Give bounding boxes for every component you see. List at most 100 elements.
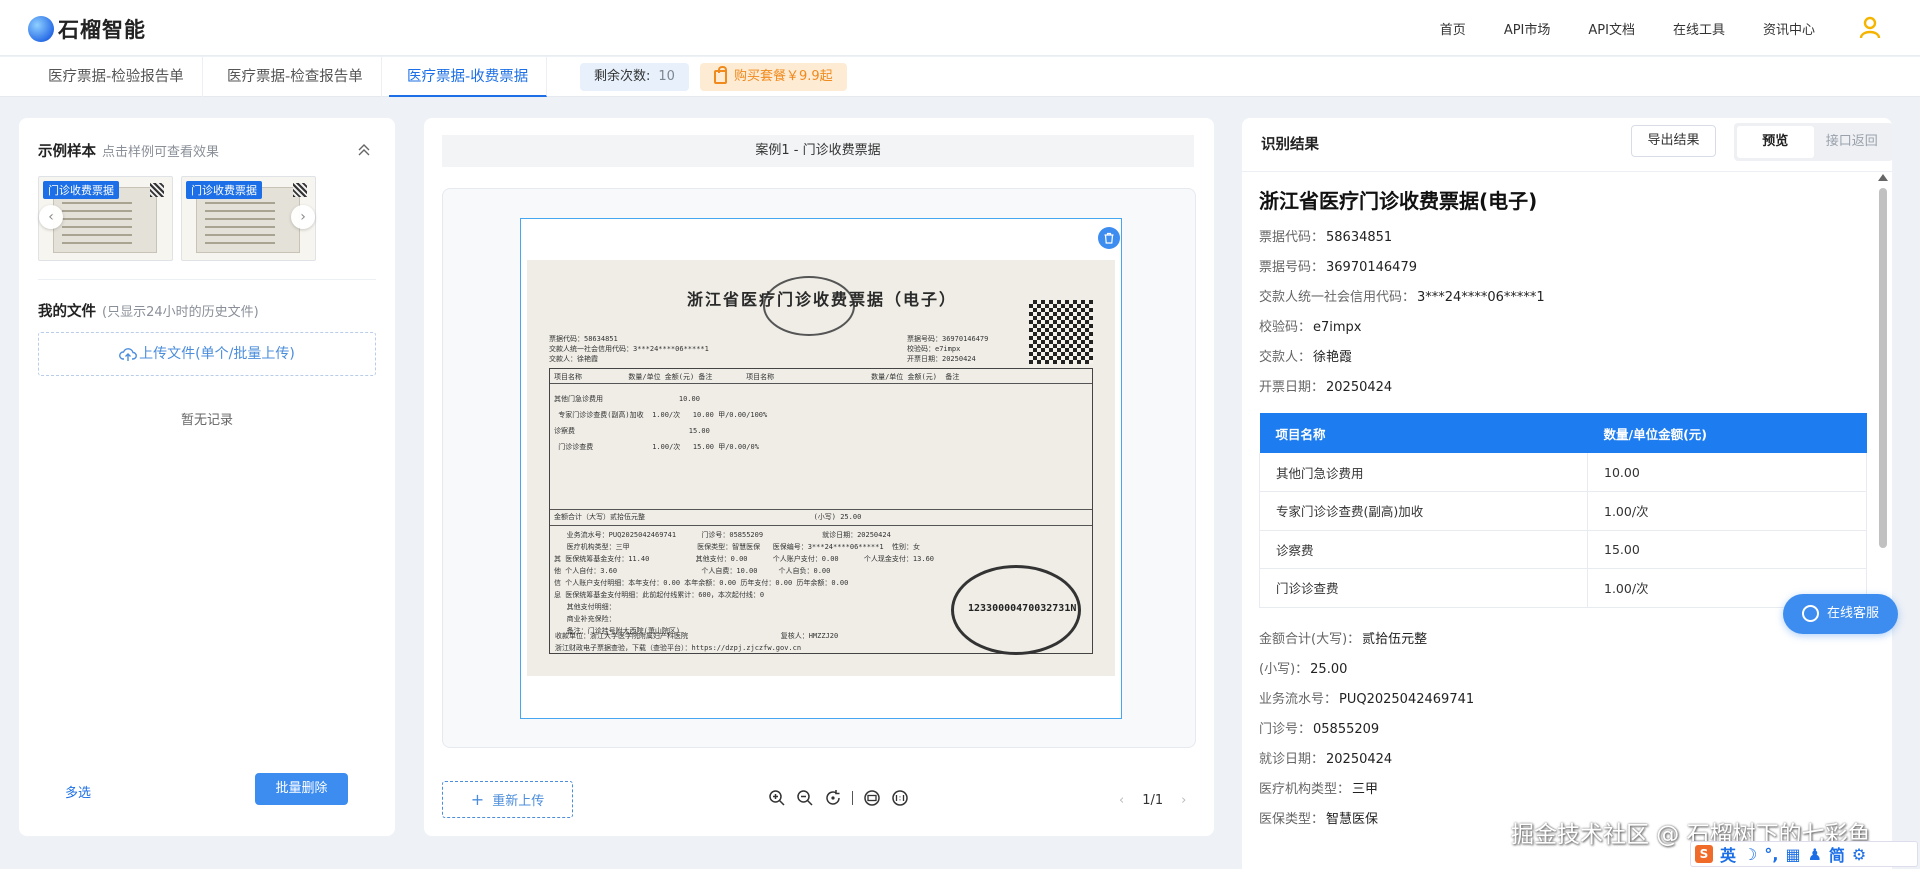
chevron-right-icon[interactable]: ›	[291, 205, 315, 229]
field-key: 医保类型：	[1259, 812, 1325, 827]
sample-tag: 门诊收费票据	[186, 181, 262, 199]
column-header: 项目名称	[1259, 413, 1588, 453]
qr-code-icon	[1029, 300, 1093, 364]
ime-language[interactable]: 英	[1720, 842, 1736, 866]
skin-icon[interactable]: ♟	[1808, 845, 1822, 864]
table-row: 其他门急诊费用 10.00	[1259, 453, 1867, 492]
doc-title: 浙江省医疗门诊收费票据(电子)	[1259, 189, 1538, 213]
keyboard-icon[interactable]: ▦	[1785, 845, 1800, 864]
scroll-up-arrow-icon[interactable]	[1878, 174, 1888, 181]
field-total-upper: 金额合计(大写)： 贰拾伍元整	[1259, 628, 1427, 647]
multi-select-button[interactable]: 多选	[65, 782, 91, 801]
empty-state-text: 暂无记录	[180, 413, 233, 428]
reupload-button[interactable]: + 重新上传	[442, 781, 573, 818]
table-cell: 诊察费	[1259, 530, 1588, 569]
table-cell: 10.00	[1587, 453, 1867, 492]
online-service-label: 在线客服	[1827, 606, 1880, 621]
field-visit-date: 就诊日期： 20250424	[1259, 748, 1392, 767]
scrollbar-thumb[interactable]	[1879, 188, 1887, 548]
field-credit-code: 交款人统一社会信用代码： 3***24****06*****1	[1259, 286, 1545, 305]
nav-home[interactable]: 首页	[1440, 19, 1466, 38]
image-frame[interactable]: 浙江省医疗门诊收费票据（电子） 票据代码：58634851 交款人统一社会信用代…	[520, 218, 1122, 719]
buy-package-button[interactable]: 购买套餐￥9.9起	[700, 63, 847, 91]
zoom-in-icon[interactable]	[768, 789, 786, 807]
receipt-rule	[550, 383, 1092, 384]
field-key: 业务流水号：	[1259, 692, 1338, 707]
result-title: 识别结果	[1261, 137, 1319, 153]
field-value: 58634851	[1326, 230, 1393, 245]
logo[interactable]: 石榴智能	[28, 14, 146, 44]
rotate-icon[interactable]	[824, 789, 842, 807]
prev-page-icon[interactable]: ‹	[1119, 793, 1124, 808]
receipt-meta-right: 票据号码：36970146479 校验码：e7impx 开票日期：2025042…	[907, 335, 989, 363]
scrollbar[interactable]	[1878, 174, 1888, 869]
plus-icon: +	[470, 790, 485, 809]
field-key: 开票日期：	[1259, 380, 1325, 395]
main-nav: 首页 API市场 API文档 在线工具 资讯中心	[1440, 19, 1815, 38]
tab-fee-receipt[interactable]: 医疗票据-收费票据	[389, 57, 548, 97]
next-page-icon[interactable]: ›	[1181, 793, 1186, 808]
image-viewer: 浙江省医疗门诊收费票据（电子） 票据代码：58634851 交款人统一社会信用代…	[442, 188, 1196, 748]
logo-text: 石榴智能	[58, 18, 146, 42]
field-issue-date: 开票日期： 20250424	[1259, 376, 1392, 395]
field-institution-type: 医疗机构类型： 三甲	[1259, 778, 1378, 797]
cloud-upload-icon	[119, 348, 138, 361]
api-return-toggle[interactable]: 接口返回	[1814, 126, 1891, 158]
ime-logo-icon[interactable]: S	[1695, 845, 1713, 863]
upload-file-button[interactable]: 上传文件(单个/批量上传)	[38, 332, 376, 376]
samples-title: 示例样本 点击样例可查看效果	[38, 140, 219, 161]
field-value: e7impx	[1313, 320, 1362, 335]
tab-exam-report[interactable]: 医疗票据-检查报告单	[209, 57, 382, 97]
field-insurance-type: 医保类型： 智慧医保	[1259, 808, 1378, 827]
collapse-chevron-icon[interactable]	[356, 142, 372, 158]
fit-window-icon[interactable]	[863, 789, 881, 807]
tab-lab-report[interactable]: 医疗票据-检验报告单	[30, 57, 203, 97]
field-key: (小写)：	[1259, 662, 1309, 677]
online-service-button[interactable]: 在线客服	[1783, 594, 1898, 634]
receipt-details: 业务流水号：PUQ2025042469741 门诊号：05855209 就诊日期…	[554, 531, 935, 635]
stamp-id: 12330000470032731N	[968, 603, 1077, 614]
nav-online-tools[interactable]: 在线工具	[1673, 19, 1725, 38]
field-total-lower: (小写)： 25.00	[1259, 658, 1347, 677]
case-label: 案例1 - 门诊收费票据	[442, 135, 1194, 167]
divider	[38, 279, 376, 280]
batch-delete-button[interactable]: 批量删除	[255, 773, 348, 805]
field-bill-code: 票据代码： 58634851	[1259, 226, 1392, 245]
nav-api-market[interactable]: API市场	[1504, 19, 1551, 38]
export-result-button[interactable]: 导出结果	[1631, 125, 1716, 157]
receipt-image: 浙江省医疗门诊收费票据（电子） 票据代码：58634851 交款人统一社会信用代…	[527, 260, 1115, 676]
table-cell: 门诊诊查费	[1259, 568, 1588, 608]
qr-code-icon	[293, 183, 307, 197]
page-indicator: 1/1	[1142, 793, 1164, 808]
field-value: 徐艳霞	[1313, 350, 1353, 365]
result-panel: 识别结果 导出结果 预览 接口返回 浙江省医疗门诊收费票据(电子) 票据代码： 5…	[1242, 118, 1892, 869]
ime-simplified[interactable]: 简	[1829, 842, 1845, 866]
nav-news[interactable]: 资讯中心	[1763, 19, 1815, 38]
settings-icon[interactable]: ⚙	[1852, 845, 1866, 864]
receipt-rule	[550, 525, 1092, 526]
delete-image-button[interactable]	[1098, 227, 1120, 249]
field-value: 智慧医保	[1326, 812, 1379, 827]
field-key: 就诊日期：	[1259, 752, 1325, 767]
chevron-left-icon[interactable]: ‹	[39, 205, 63, 229]
divider	[1242, 171, 1892, 172]
receipt-total: 金额合计（大写）贰拾伍元整 (小写) 25.00	[554, 513, 862, 521]
field-value: 三甲	[1352, 782, 1379, 797]
table-cell: 1.00/次	[1587, 491, 1867, 531]
field-value: 20250424	[1326, 752, 1393, 767]
punctuation-icon[interactable]: °,	[1764, 845, 1778, 864]
user-icon[interactable]	[1858, 15, 1882, 39]
preview-toggle[interactable]: 预览	[1737, 126, 1814, 158]
actual-size-icon[interactable]	[891, 789, 909, 807]
moon-icon[interactable]: ☽	[1743, 845, 1757, 864]
left-panel: 示例样本 点击样例可查看效果 门诊收费票据 门诊收费票据 ‹ › 我的文件 (只显示…	[19, 118, 395, 836]
field-value: 贰拾伍元整	[1362, 632, 1428, 647]
field-check-code: 校验码： e7impx	[1259, 316, 1362, 335]
field-value: PUQ2025042469741	[1339, 692, 1475, 707]
zoom-out-icon[interactable]	[796, 789, 814, 807]
field-value: 25.00	[1310, 662, 1348, 677]
field-key: 票据号码：	[1259, 260, 1325, 275]
field-key: 金额合计(大写)：	[1259, 632, 1361, 647]
nav-api-docs[interactable]: API文档	[1588, 19, 1635, 38]
field-key: 门诊号：	[1259, 722, 1312, 737]
